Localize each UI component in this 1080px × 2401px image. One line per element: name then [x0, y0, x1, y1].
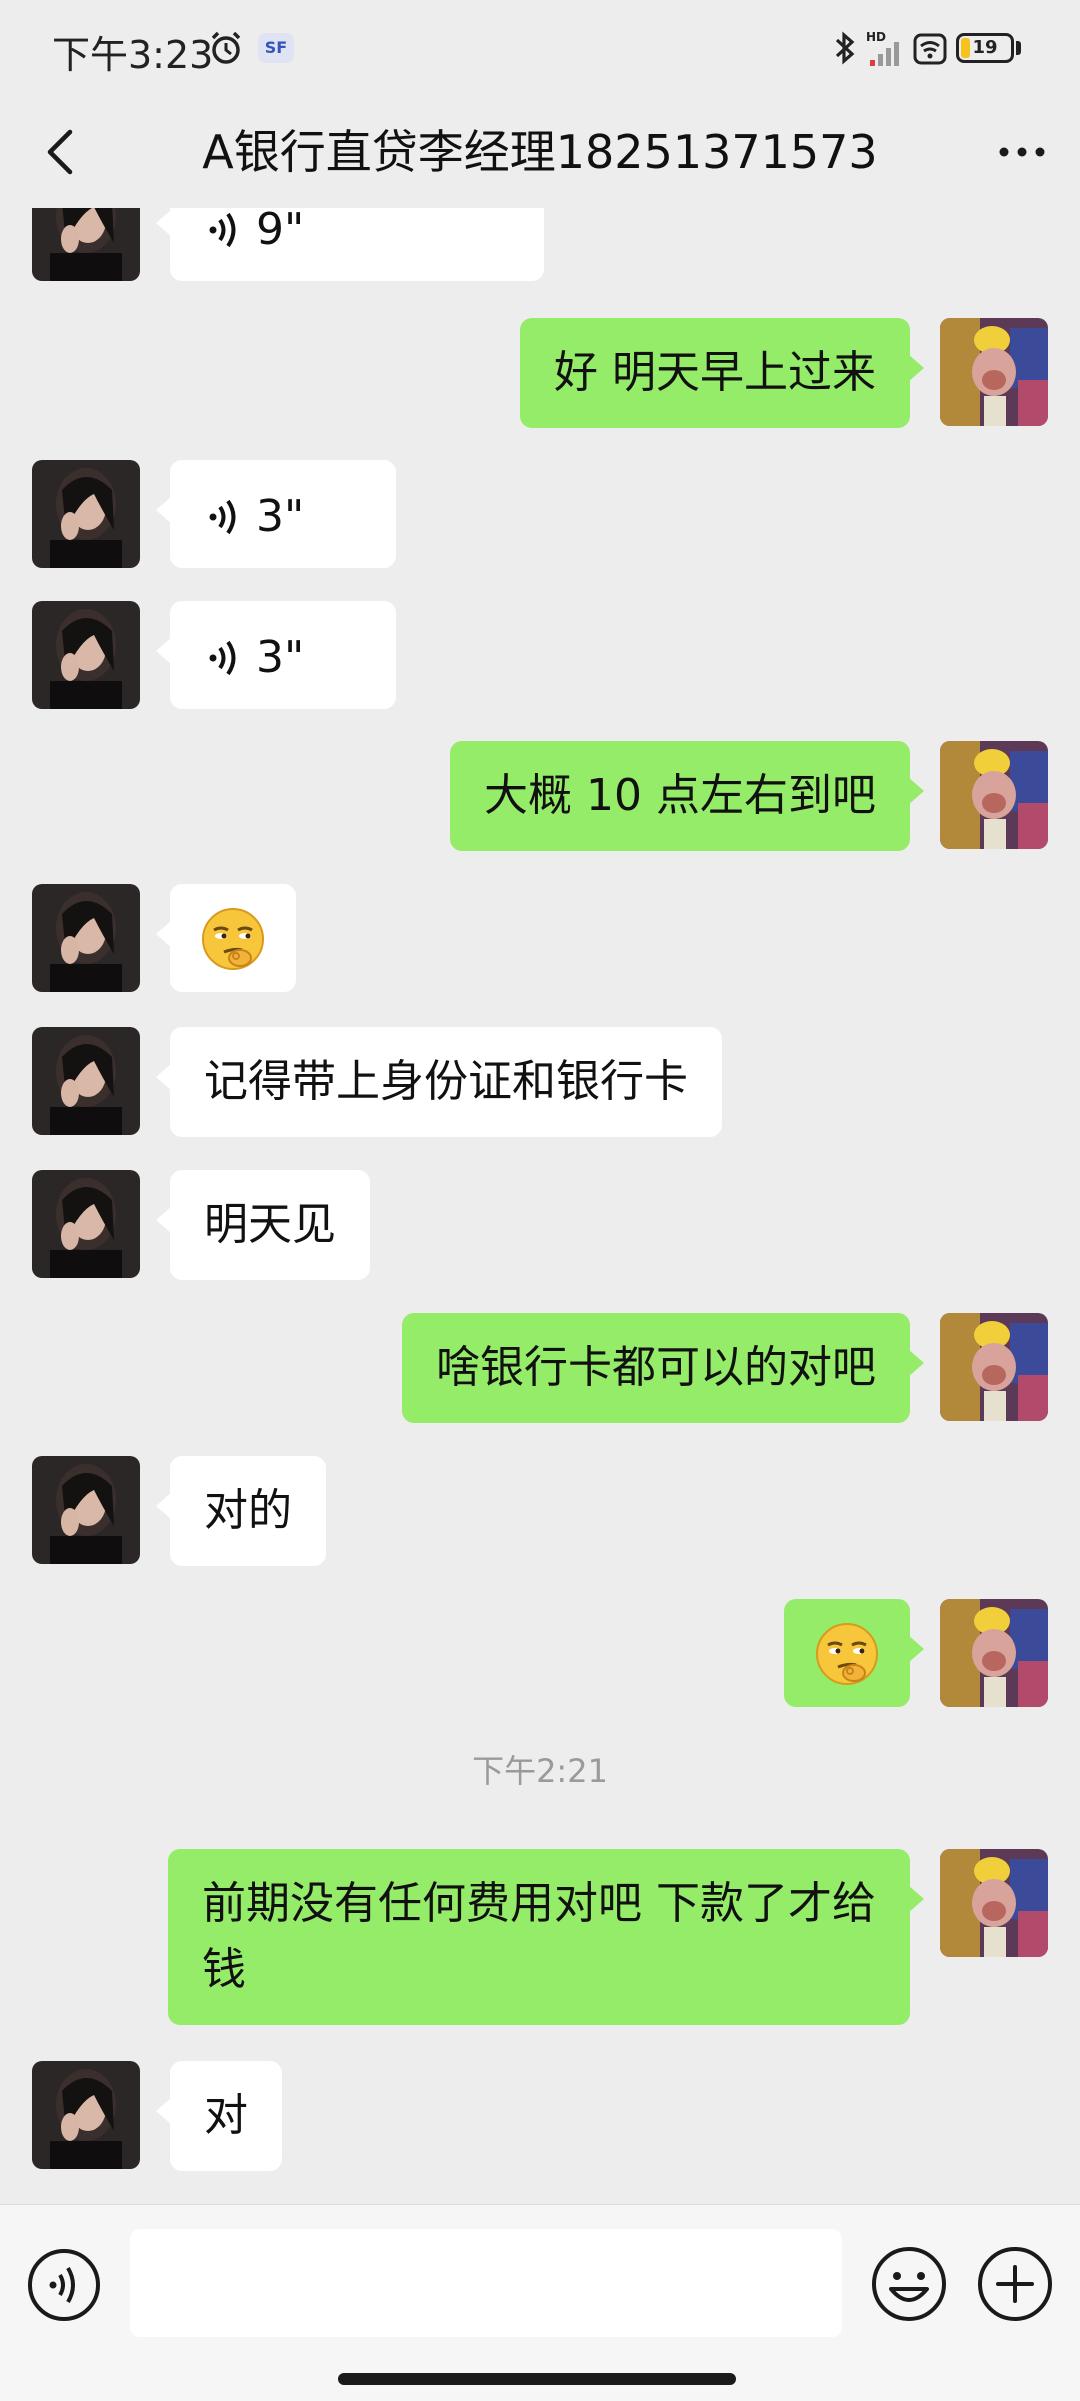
my-avatar[interactable] — [940, 741, 1048, 849]
alarm-clock-icon — [211, 31, 241, 64]
voice-message[interactable]: 3" — [156, 601, 396, 709]
more-options-button[interactable] — [986, 120, 1058, 184]
voice-wave-icon — [209, 212, 236, 248]
sent-text-message[interactable]: 前期没有任何费用对吧 下款了才给钱 — [168, 1849, 924, 2025]
contact-avatar[interactable] — [32, 1027, 140, 1135]
voice-toggle-button[interactable] — [26, 2247, 102, 2323]
voice-wave-icon — [209, 640, 236, 676]
message-text: 啥银行卡都可以的对吧 — [436, 1342, 876, 1393]
contact-avatar[interactable] — [32, 2061, 140, 2169]
emoji-button[interactable] — [870, 2245, 948, 2323]
smirk-emoji-icon — [815, 1622, 879, 1686]
bluetooth-icon — [835, 31, 855, 65]
wifi-icon — [913, 33, 947, 65]
chat-title: A银行直贷李经理18251371573 — [202, 125, 878, 179]
message-input[interactable] — [130, 2229, 842, 2337]
voice-duration: 3" — [256, 632, 305, 683]
received-text-message[interactable]: 记得带上身份证和银行卡 — [156, 1027, 722, 1137]
message-text: 对的 — [204, 1485, 292, 1536]
contact-avatar[interactable] — [32, 208, 140, 281]
my-avatar[interactable] — [940, 1313, 1048, 1421]
voice-duration: 9" — [256, 208, 305, 255]
voice-duration: 3" — [256, 491, 305, 542]
contact-avatar[interactable] — [32, 1456, 140, 1564]
voice-wave-icon — [209, 499, 236, 535]
my-avatar[interactable] — [940, 318, 1048, 426]
received-text-message[interactable]: 对 — [156, 2061, 282, 2171]
contact-avatar[interactable] — [32, 884, 140, 992]
contact-avatar[interactable] — [32, 460, 140, 568]
home-indicator[interactable] — [338, 2373, 736, 2385]
message-text: 好 明天早上过来 — [554, 347, 876, 398]
message-text: 对 — [204, 2090, 248, 2141]
received-text-message[interactable]: 对的 — [156, 1456, 326, 1566]
voice-message[interactable]: 3" — [156, 460, 396, 568]
smirk-emoji-icon — [201, 907, 265, 971]
sf-express-icon: SF — [258, 33, 294, 63]
status-time: 下午3:23 — [52, 33, 214, 77]
back-button[interactable] — [26, 116, 98, 188]
cellular-signal-icon — [870, 42, 899, 66]
message-list[interactable]: 9" 好 明天早上过来 3" 3" 大概 10 点左右到吧 记得带上身份证和银行… — [0, 208, 1080, 2204]
sent-text-message[interactable]: 好 明天早上过来 — [520, 318, 924, 428]
chat-header: A银行直贷李经理18251371573 — [0, 96, 1080, 208]
my-avatar[interactable] — [940, 1849, 1048, 1957]
battery-indicator: 19 — [956, 33, 1014, 63]
message-text: 明天见 — [204, 1199, 336, 1250]
message-text: 记得带上身份证和银行卡 — [204, 1056, 688, 1107]
my-avatar[interactable] — [940, 1599, 1048, 1707]
battery-level: 19 — [972, 37, 998, 58]
emoji-message[interactable] — [784, 1599, 924, 1707]
plus-button[interactable] — [976, 2245, 1054, 2323]
message-text: 前期没有任何费用对吧 下款了才给钱 — [202, 1878, 876, 1995]
received-text-message[interactable]: 明天见 — [156, 1170, 370, 1280]
contact-avatar[interactable] — [32, 601, 140, 709]
input-bar — [0, 2204, 1080, 2401]
voice-message[interactable]: 9" — [156, 208, 544, 281]
battery-tip — [1016, 41, 1021, 55]
emoji-message[interactable] — [156, 884, 296, 992]
contact-avatar[interactable] — [32, 1170, 140, 1278]
time-divider: 下午2:21 — [472, 1752, 608, 1790]
sent-text-message[interactable]: 大概 10 点左右到吧 — [450, 741, 924, 851]
message-text: 大概 10 点左右到吧 — [484, 770, 876, 821]
sent-text-message[interactable]: 啥银行卡都可以的对吧 — [402, 1313, 924, 1423]
status-bar: 下午3:23 SF HD 19 — [0, 0, 1080, 96]
